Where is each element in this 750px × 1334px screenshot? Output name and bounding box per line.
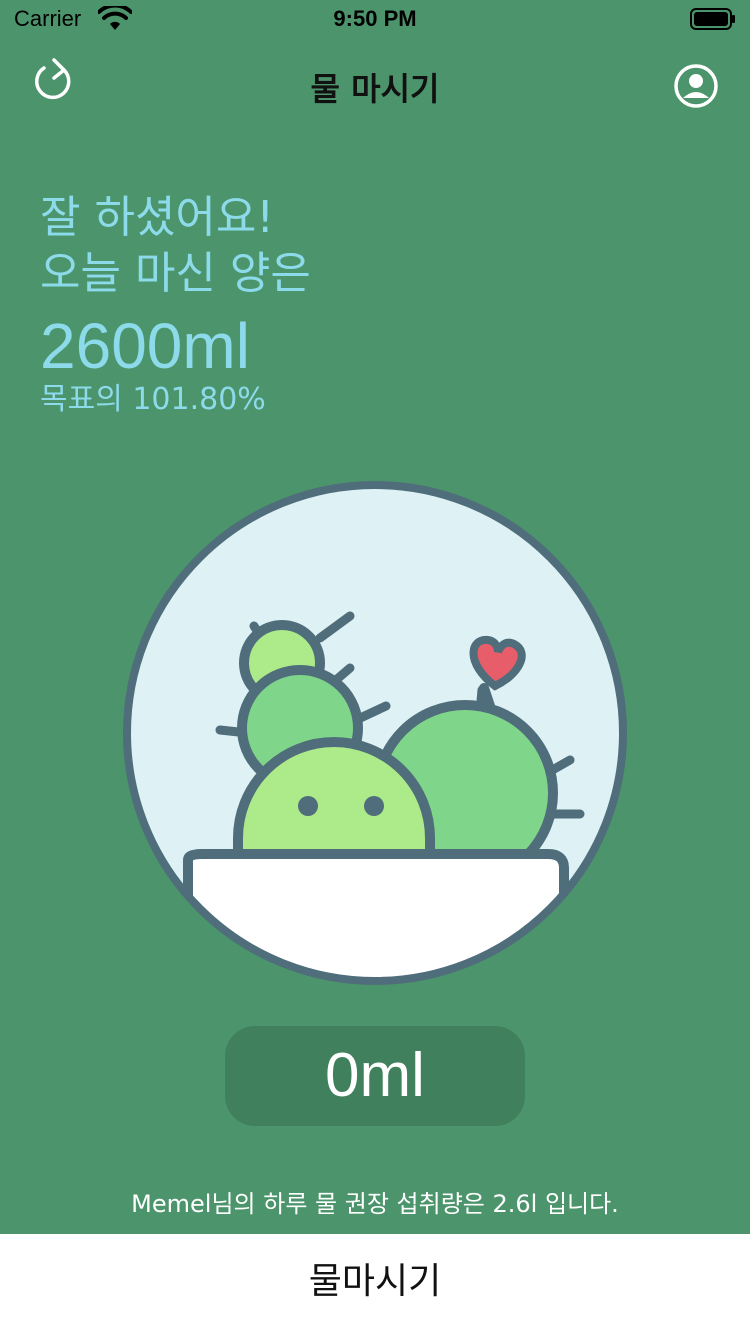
greeting-text: 잘 하셨어요! xyxy=(40,192,275,243)
total-amount: 2600ml xyxy=(40,310,250,382)
status-bar: Carrier 9:50 PM xyxy=(0,0,750,40)
status-time: 9:50 PM xyxy=(333,6,417,31)
nav-bar: 물 마시기 xyxy=(0,52,750,118)
drink-water-button[interactable]: 물마시기 xyxy=(0,1234,750,1334)
add-amount-button[interactable]: 0ml xyxy=(225,1026,525,1126)
recommendation-text: Memel님의 하루 물 권장 섭취량은 2.6l 입니다. xyxy=(131,1190,619,1218)
battery-icon xyxy=(690,8,735,30)
cactus-pot-illustration xyxy=(123,481,627,985)
page-title: 물 마시기 xyxy=(310,70,440,108)
goal-percent: 목표의 101.80% xyxy=(40,382,266,417)
profile-icon[interactable] xyxy=(672,62,720,110)
intake-summary: 잘 하셨어요! 오늘 마신 양은 2600ml 목표의 101.80% xyxy=(40,190,311,418)
subtitle-text: 오늘 마신 양은 xyxy=(40,248,311,299)
